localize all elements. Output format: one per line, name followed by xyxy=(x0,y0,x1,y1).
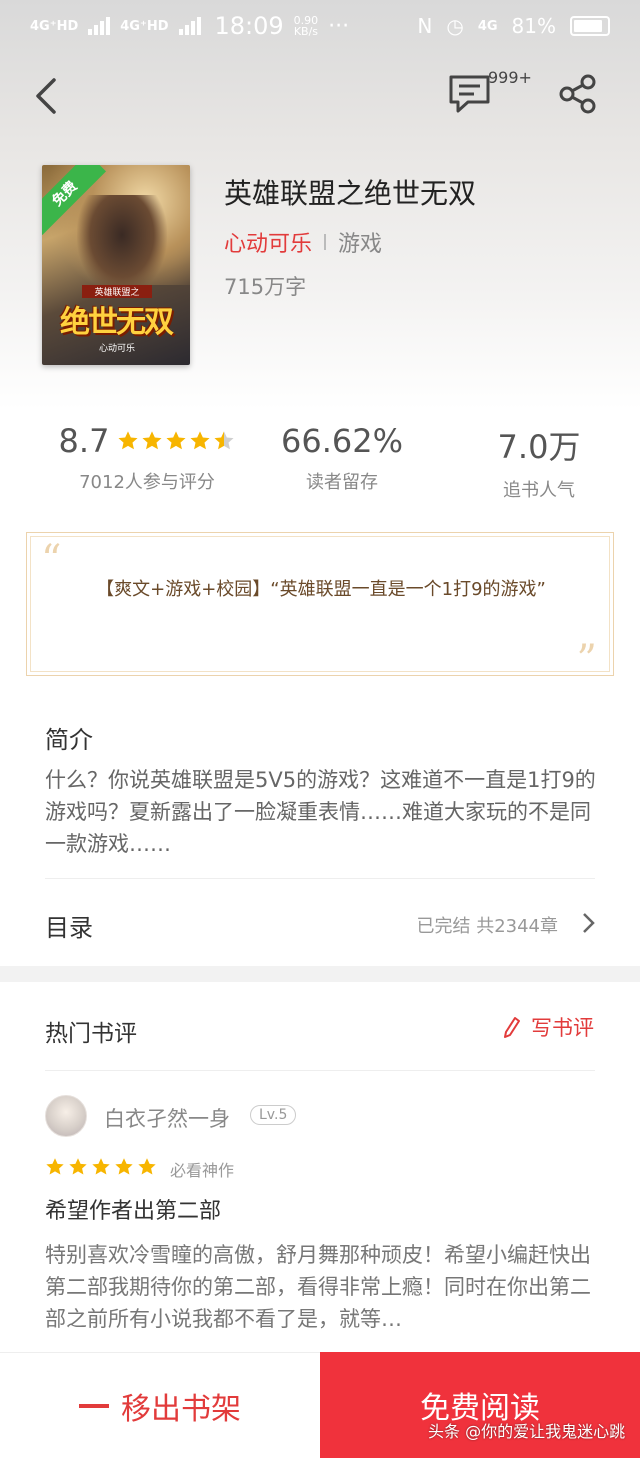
status-bar: 4G⁺HD 4G⁺HD 18:09 0.90 KB/s ··· N ◷ 4G 81… xyxy=(0,0,640,52)
popularity-value: 7.0万 xyxy=(497,428,581,466)
cover-figure xyxy=(77,195,167,295)
cover-title: 绝世无双 xyxy=(60,305,174,340)
chevron-right-icon xyxy=(583,913,595,933)
alarm-icon: ◷ xyxy=(446,14,464,38)
intro-text[interactable]: 什么？你说英雄联盟是5V5的游戏？这难道不一直是1打9的游戏吗？夏新露出了一脸凝… xyxy=(45,764,600,860)
remove-from-shelf-button[interactable]: 移出书架 xyxy=(0,1352,320,1458)
toc-title: 目录 xyxy=(45,914,93,942)
battery-icon xyxy=(570,16,610,36)
rating-stars xyxy=(117,430,235,452)
quote-box: “ 【爽文+游戏+校园】“英雄联盟一直是一个1打9的游戏” ” xyxy=(26,532,614,683)
rating-stat: 8.7 7012人参与评分 xyxy=(52,422,242,494)
review-username[interactable]: 白衣孑然一身 xyxy=(104,1103,230,1133)
genre-link[interactable]: 游戏 xyxy=(338,226,382,258)
level-badge: Lv.5 xyxy=(250,1105,297,1125)
share-icon[interactable] xyxy=(558,74,598,114)
retention-value: 66.62% xyxy=(280,422,403,460)
author-link[interactable]: 心动可乐 xyxy=(224,226,312,258)
bottom-bar: 移出书架 免费阅读 xyxy=(0,1352,640,1458)
book-meta: 心动可乐 游戏 xyxy=(224,226,382,258)
star-icon xyxy=(190,431,210,450)
clock: 18:09 xyxy=(214,12,284,40)
notification-dots-icon: ··· xyxy=(328,13,350,39)
network-type: 4G xyxy=(477,18,498,34)
star-icon xyxy=(138,1158,156,1175)
star-icon xyxy=(142,431,162,450)
review-stars xyxy=(45,1157,157,1177)
write-review-label: 写书评 xyxy=(531,1016,594,1040)
divider xyxy=(45,1070,595,1071)
star-icon xyxy=(115,1158,133,1175)
minus-icon xyxy=(79,1403,109,1408)
battery-percent: 81% xyxy=(511,14,556,38)
book-title: 英雄联盟之绝世无双 xyxy=(224,177,477,210)
popularity-label: 追书人气 xyxy=(503,480,575,501)
nfc-icon: N xyxy=(417,14,433,38)
rating-value: 8.7 xyxy=(58,422,110,460)
divider xyxy=(45,878,595,879)
speed-unit: KB/s xyxy=(293,25,319,38)
quote-text: 【爽文+游戏+校园】“英雄联盟一直是一个1打9的游戏” xyxy=(96,579,546,600)
meta-divider xyxy=(324,234,327,250)
star-icon xyxy=(166,431,186,450)
star-icon xyxy=(118,431,138,450)
network-speed: 0.90 KB/s xyxy=(294,15,319,37)
pencil-icon xyxy=(504,1017,520,1038)
watermark: 头条 @你的爱让我鬼迷心跳 xyxy=(428,1422,626,1441)
signal-label-1: 4G⁺HD xyxy=(30,18,79,34)
stats-row: 8.7 7012人参与评分 66.62% 读者留存 7.0万 追书人气 xyxy=(0,422,640,502)
review-tag: 必看神作 xyxy=(170,1161,235,1180)
open-quote-icon: “ xyxy=(41,537,62,583)
retention-stat: 66.62% 读者留存 xyxy=(262,422,422,494)
star-icon xyxy=(46,1158,64,1175)
signal-bars-icon xyxy=(178,17,201,35)
comment-count: 999+ xyxy=(488,68,532,87)
signal-label-2: 4G⁺HD xyxy=(120,18,169,34)
star-icon xyxy=(69,1158,87,1175)
intro-title: 简介 xyxy=(45,726,93,754)
toc-row[interactable]: 目录 已完结 共2344章 xyxy=(0,880,640,966)
top-nav: 999+ xyxy=(0,60,640,130)
back-arrow-icon[interactable] xyxy=(30,78,66,114)
reviews-header: 热门书评 写书评 xyxy=(0,982,640,1072)
signal-bars-icon xyxy=(88,17,111,35)
popularity-stat: 7.0万 追书人气 xyxy=(478,422,600,502)
rating-label: 7012人参与评分 xyxy=(79,472,215,493)
review-body: 特别喜欢冷雪瞳的高傲，舒月舞那种顽皮！希望小编赶快出第二部我期待你的第二部，看得… xyxy=(45,1243,591,1331)
star-icon xyxy=(92,1158,110,1175)
toc-status: 已完结 共2344章 xyxy=(416,916,558,937)
star-icon xyxy=(214,431,234,450)
cover-author: 心动可乐 xyxy=(98,344,135,354)
reviews-title: 热门书评 xyxy=(45,1021,137,1047)
retention-label: 读者留存 xyxy=(306,472,378,493)
avatar[interactable] xyxy=(45,1095,87,1137)
word-count: 715万字 xyxy=(224,275,307,299)
review-heading: 希望作者出第二部 xyxy=(45,1199,222,1224)
book-cover[interactable]: 免费 英雄联盟之 绝世无双 心动可乐 xyxy=(42,165,190,365)
write-review-button[interactable]: 写书评 xyxy=(503,1012,594,1042)
remove-label: 移出书架 xyxy=(121,1391,241,1427)
close-quote-icon: ” xyxy=(576,637,597,683)
section-gap xyxy=(0,966,640,982)
free-read-button[interactable]: 免费阅读 xyxy=(320,1352,640,1458)
